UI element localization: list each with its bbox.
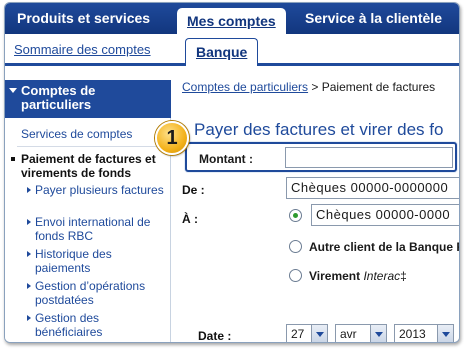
a-label: À : xyxy=(182,212,198,226)
date-year-select[interactable]: 2013 xyxy=(394,324,454,342)
main-content: Comptes de particuliers > Paiement de fa… xyxy=(172,66,460,343)
arrow-right-icon xyxy=(27,219,31,225)
radio-virement-text: Virement xyxy=(309,269,364,283)
sidebar-subitem-label: Envoi international de fonds RBC xyxy=(35,215,151,243)
montant-field-highlight: Montant : xyxy=(185,142,457,172)
step-number-badge: 1 xyxy=(155,121,189,155)
bullet-icon xyxy=(11,157,15,161)
radio-other-client[interactable] xyxy=(289,240,302,253)
arrow-right-icon xyxy=(27,315,31,321)
from-account-select[interactable]: Chèques 00000-0000000 xyxy=(286,177,459,199)
to-account-value: Chèques 00000-0000 xyxy=(316,207,451,222)
chevron-down-icon xyxy=(311,325,327,342)
arrow-right-icon xyxy=(27,251,31,257)
sidebar: Comptes de particuliers Services de comp… xyxy=(5,80,171,342)
date-year-value: 2013 xyxy=(399,327,426,341)
de-label: De : xyxy=(182,183,205,197)
arrow-right-icon xyxy=(27,283,31,289)
radio-virement-interac[interactable] xyxy=(289,269,302,282)
sommaire-des-comptes-link[interactable]: Sommaire des comptes xyxy=(14,42,151,57)
breadcrumb-link-comptes[interactable]: Comptes de particuliers xyxy=(182,80,308,94)
breadcrumb-current: > Paiement de factures xyxy=(308,80,436,94)
sidebar-item-current-label: Paiement de factures et virements de fon… xyxy=(21,152,156,180)
montant-input[interactable] xyxy=(285,147,453,168)
date-label: Date : xyxy=(198,329,232,343)
app-window: Produits et services Mes comptes Service… xyxy=(4,2,460,343)
sidebar-heading[interactable]: Comptes de particuliers xyxy=(5,80,171,118)
tab-service-clientele[interactable]: Service à la clientèle xyxy=(305,3,442,34)
to-account-select[interactable]: Chèques 00000-0000 xyxy=(311,204,459,226)
sidebar-subitem-envoi-international[interactable]: Envoi international de fonds RBC xyxy=(27,215,165,243)
chevron-down-icon xyxy=(370,325,386,342)
arrow-right-icon xyxy=(27,187,31,193)
sidebar-subitem-historique[interactable]: Historique des paiements xyxy=(27,247,165,275)
date-day-select[interactable]: 27 xyxy=(286,324,328,342)
sidebar-item-services-de-comptes[interactable]: Services de comptes xyxy=(21,127,132,141)
sidebar-heading-label: Comptes de particuliers xyxy=(21,83,96,112)
page-title: Payer des factures et virer des fo xyxy=(194,120,444,139)
sidebar-subitem-gestion-beneficiaires[interactable]: Gestion des bénéficiaires xyxy=(27,311,165,339)
date-day-value: 27 xyxy=(291,327,305,341)
tab-produits-et-services[interactable]: Produits et services xyxy=(17,3,150,34)
sidebar-item-current[interactable]: Paiement de factures et virements de fon… xyxy=(11,152,167,180)
sidebar-subitem-label: Historique des paiements xyxy=(35,247,112,275)
sidebar-subitem-label: Payer plusieurs factures xyxy=(35,183,164,197)
chevron-down-icon xyxy=(437,325,453,342)
top-navigation: Produits et services Mes comptes Service… xyxy=(5,3,459,34)
sidebar-subitem-payer-plusieurs-factures[interactable]: Payer plusieurs factures xyxy=(27,183,165,197)
tab-banque[interactable]: Banque xyxy=(185,38,259,66)
radio-other-client-label: Autre client de la Banque R xyxy=(309,240,460,254)
sidebar-subitem-gestion-postdatees[interactable]: Gestion d’opérations postdatées xyxy=(27,279,165,307)
caret-down-icon xyxy=(9,88,17,93)
from-account-value: Chèques 00000-0000000 xyxy=(291,180,449,195)
interac-text: Interac xyxy=(363,269,401,283)
sidebar-subitem-label: Gestion des bénéficiaires xyxy=(35,311,103,339)
montant-label: Montant : xyxy=(199,152,253,166)
date-month-value: avr xyxy=(340,327,357,341)
tab-mes-comptes[interactable]: Mes comptes xyxy=(177,8,286,34)
sidebar-divider xyxy=(17,146,167,147)
radio-to-account[interactable] xyxy=(289,209,302,222)
cursor-icon: ‡ xyxy=(400,269,407,283)
secondary-navigation: Sommaire des comptes Banque xyxy=(5,34,459,66)
date-month-select[interactable]: avr xyxy=(335,324,387,342)
breadcrumb: Comptes de particuliers > Paiement de fa… xyxy=(182,80,435,94)
sidebar-subitem-label: Gestion d’opérations postdatées xyxy=(35,279,146,307)
radio-virement-label: Virement Interac‡ xyxy=(309,269,407,283)
